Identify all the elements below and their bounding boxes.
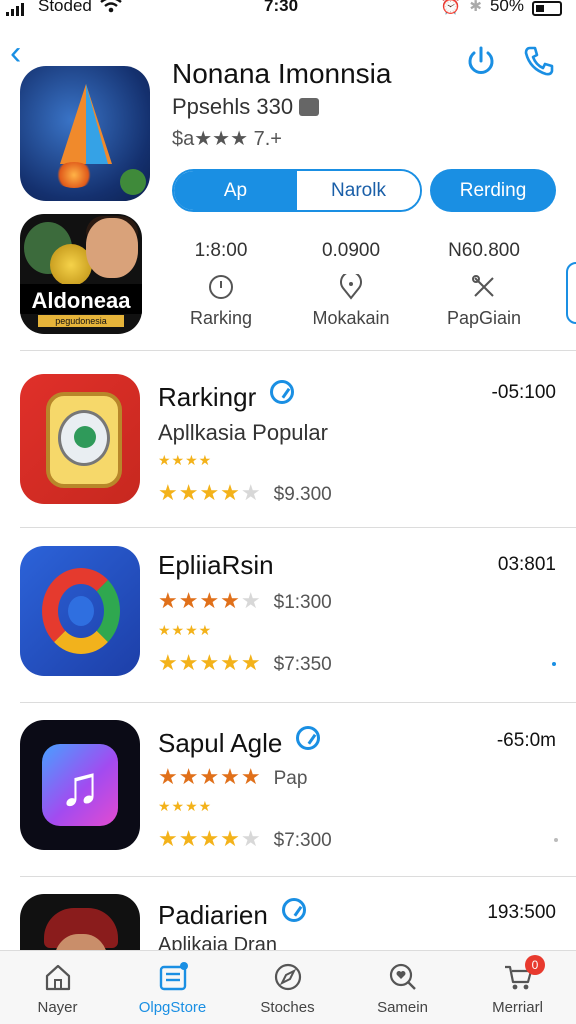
- stat-label: Mokakain: [312, 308, 390, 328]
- app-subtitle: Ppsehls 330: [172, 94, 320, 120]
- tab-label: Stoches: [260, 999, 315, 1016]
- indicator-dot: [552, 662, 556, 666]
- back-chevron-icon[interactable]: ‹: [10, 36, 21, 70]
- clock: 7:30: [264, 0, 299, 15]
- tab-samein[interactable]: Samein: [345, 961, 460, 1016]
- item-subtitle: Aplikaia Dran: [158, 934, 277, 950]
- stat-papgiain[interactable]: N60.800 PapGiain: [419, 240, 549, 329]
- item-price: $7:300: [273, 830, 332, 851]
- battery-percent: 50%: [489, 0, 524, 15]
- store-icon: [157, 961, 189, 993]
- item-meta: 193:500: [487, 902, 556, 923]
- list-item[interactable]: Padiarien 193:500 Aplikaia Dran: [0, 894, 576, 950]
- signal-icon: [6, 3, 24, 16]
- secondary-app-icon[interactable]: Aldoneaa pegudonesia: [20, 214, 142, 334]
- divider: [20, 702, 576, 703]
- divider: [20, 527, 576, 528]
- info-badge-icon: [299, 98, 320, 116]
- tab-bar: Nayer OlpgStore Stoches Samein 0 Merriar…: [0, 950, 576, 1024]
- item-subtitle: Pap: [273, 768, 308, 789]
- next-card-peek[interactable]: [566, 262, 576, 324]
- segment-ap[interactable]: Ap: [174, 171, 297, 210]
- verified-icon: [281, 898, 306, 922]
- star-rating-small: ★★★★: [158, 452, 213, 468]
- carrier-label: Stoded: [38, 0, 92, 15]
- stat-value: 0.0900: [321, 240, 381, 261]
- phone-icon[interactable]: [522, 44, 556, 78]
- item-title: Rarkingr: [158, 380, 295, 413]
- home-icon: [42, 961, 74, 993]
- music-app-icon: ♫: [20, 720, 140, 850]
- stat-mokakain[interactable]: 0.0900 Mokakain: [286, 240, 416, 329]
- item-subtitle: Apllkasia Popular: [158, 420, 328, 445]
- star-rating-top: ★★★★★ Pap: [158, 764, 308, 789]
- stat-value: N60.800: [448, 240, 520, 261]
- divider: [20, 350, 576, 351]
- tab-label: Nayer: [37, 999, 78, 1016]
- item-meta: 03:801: [497, 554, 556, 575]
- tab-label: Samein: [377, 999, 428, 1016]
- alarm-icon: ⏰: [440, 0, 462, 15]
- star-rating: ★★★★★ $7:350: [158, 650, 332, 675]
- notification-badge: 0: [525, 955, 545, 975]
- stat-label: PapGiain: [446, 308, 522, 328]
- power-icon[interactable]: [464, 44, 498, 78]
- item-title: Padiarien: [158, 898, 306, 931]
- item-meta: -65:0m: [496, 730, 556, 751]
- tab-merriarl[interactable]: 0 Merriarl: [460, 955, 575, 1016]
- tab-stoches[interactable]: Stoches: [230, 961, 345, 1016]
- search-compass-icon: [272, 961, 304, 993]
- verified-icon: [296, 726, 321, 750]
- indicator-dot: [554, 838, 558, 842]
- featured-app-icon[interactable]: [20, 66, 150, 201]
- segment-narolk[interactable]: Narolk: [297, 171, 420, 210]
- browser-app-icon: [20, 546, 140, 676]
- stat-rarking[interactable]: 1:8:00 Rarking: [156, 240, 286, 329]
- item-price: $9.300: [273, 484, 332, 505]
- tab-store[interactable]: OlpgStore: [115, 961, 230, 1016]
- secondary-app-icon-text: Aldoneaa: [31, 288, 131, 313]
- tab-nayer[interactable]: Nayer: [0, 961, 115, 1016]
- heart-search-icon: [387, 961, 419, 993]
- app-rating: $a★★★ 7.+: [172, 128, 282, 150]
- location-pin-icon: [338, 271, 364, 300]
- star-rating-top: ★★★★★ $1:300: [158, 588, 332, 613]
- star-rating: ★★★★★ $9.300: [158, 480, 332, 505]
- stat-value: 1:8:00: [194, 240, 248, 261]
- star-rating-small: ★★★★: [158, 798, 213, 814]
- divider: [20, 876, 576, 877]
- bluetooth-icon: ✱: [469, 0, 482, 15]
- portrait-app-icon: [20, 894, 140, 950]
- rerding-button[interactable]: Rerding: [430, 169, 556, 212]
- timer-icon: [208, 274, 234, 300]
- verified-icon: [270, 380, 295, 404]
- secondary-app-icon-tag: pegudonesia: [38, 315, 124, 327]
- star-rating: ★★★★★ $7:300: [158, 826, 332, 851]
- tools-icon: [471, 274, 497, 300]
- item-price: $7:350: [273, 654, 332, 675]
- item-price-top: $1:300: [273, 592, 332, 613]
- item-title: EpliiaRsin: [158, 550, 274, 580]
- stat-label: Rarking: [189, 308, 253, 328]
- wifi-icon: [100, 0, 122, 19]
- item-title: Sapul Agle: [158, 726, 321, 759]
- battery-icon: [532, 0, 562, 16]
- app-title: Nonana Imonnsia: [172, 58, 392, 89]
- segmented-control: Ap Narolk: [172, 169, 422, 212]
- status-bar: Stoded 7:30 ⏰ ✱ 50%: [0, 0, 576, 22]
- star-rating-small: ★★★★: [158, 622, 213, 638]
- item-meta: -05:100: [491, 382, 556, 403]
- timer-app-icon: [20, 374, 140, 504]
- tab-label: OlpgStore: [138, 999, 207, 1016]
- tab-label: Merriarl: [492, 999, 543, 1016]
